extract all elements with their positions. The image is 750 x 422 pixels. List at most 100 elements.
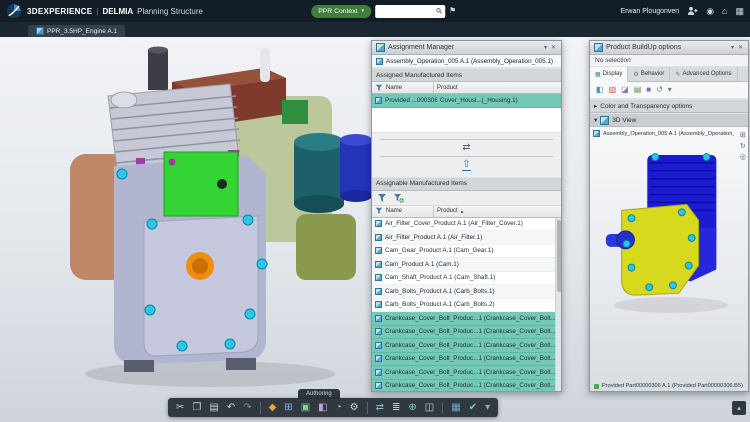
structure-list-icon[interactable]: ≣	[392, 403, 400, 413]
filter-funnel-icon[interactable]	[375, 84, 383, 92]
filter-add-funnel-icon[interactable]	[393, 193, 404, 203]
fit-view-icon[interactable]: ⊞	[740, 132, 746, 139]
side-panel-icon[interactable]: ◫	[425, 403, 434, 413]
assignable-item-row[interactable]: Crankcase_Cover_Bolt_Produc...1 (Crankca…	[372, 339, 561, 353]
validate-check-icon[interactable]: ✔	[469, 403, 477, 413]
time-chart-icon[interactable]: ◔	[336, 403, 342, 413]
home-icon[interactable]: ⌂	[722, 7, 727, 16]
assignable-item-row[interactable]: Carb_Bolts_Product A.1 (Carb_Bolts.2)	[372, 299, 561, 313]
scrollbar-thumb[interactable]	[557, 220, 561, 292]
assignable-item-row[interactable]: Crankcase_Cover_Bolt_Produc...1 (Crankca…	[372, 312, 561, 326]
assigned-item-row[interactable]: Provided ...000306.B5 Cover_Housi...(_Ho…	[372, 94, 561, 108]
table-grid-icon[interactable]: ▦	[451, 403, 460, 413]
assigned-name-column[interactable]: Name	[372, 82, 434, 93]
flag-icon[interactable]: ⚑	[449, 7, 456, 15]
work-instruction-icon[interactable]: ◧	[318, 403, 327, 413]
minimize-panel-icon[interactable]: ▾	[543, 45, 548, 51]
close-panel-icon[interactable]: ✕	[737, 45, 744, 51]
transparency-icon[interactable]: ◪	[621, 86, 629, 94]
filter-funnel-icon[interactable]	[377, 193, 387, 203]
assignable-item-row[interactable]: Crankcase_Cover_Bolt_Produc...1 (Crankca…	[372, 380, 561, 392]
panel-window-icons: ▾✕	[543, 45, 557, 51]
buildup-3d-view[interactable]: Assembly_Operation_005 A.1 (Assembly_Ope…	[590, 127, 748, 391]
assignable-item-row[interactable]: Crankcase_Cover_Bolt_Produc...1 (Crankca…	[372, 353, 561, 367]
divider	[380, 139, 554, 140]
add-item-icon[interactable]: ⊕	[408, 403, 416, 413]
close-panel-icon[interactable]: ✕	[550, 45, 557, 51]
apps-grid-icon[interactable]: ▦	[735, 7, 744, 16]
presence-icon[interactable]: ◉	[706, 7, 714, 16]
ppr-context-button[interactable]: PPR Context ▾	[311, 5, 371, 18]
reset-display-icon[interactable]: ↺	[656, 86, 663, 94]
assignable-item-row[interactable]: Cam_Shaft_Product A.1 (Cam_Shaft.1)	[372, 272, 561, 286]
color-swatch-icon[interactable]: ▨	[609, 86, 617, 94]
assignment-manager-title-bar[interactable]: Assignment Manager ▾✕	[372, 41, 561, 55]
assigned-product-column[interactable]: Product	[434, 85, 561, 91]
tab-behavior[interactable]: ⚙ Behavior	[628, 67, 670, 81]
product-cube-icon	[375, 315, 382, 322]
assign-item-icon[interactable]: ⇧	[462, 160, 470, 171]
operation-context-label: Assembly_Operation_005 A.1 (Assembly_Ope…	[386, 58, 553, 65]
buildup-title-bar[interactable]: Product BuildUp options ▾✕	[590, 41, 748, 55]
product-cube-icon	[375, 301, 382, 308]
tab-advanced-options[interactable]: ✎ Advanced Options	[670, 67, 737, 81]
assignable-name-column[interactable]: Name	[372, 206, 434, 217]
cut-icon[interactable]: ✂	[176, 403, 184, 413]
search-input[interactable]	[378, 7, 434, 16]
3ds-compass-logo	[6, 3, 22, 19]
minimize-panel-icon[interactable]: ▾	[730, 45, 735, 51]
assigned-item-product: Cover_Housi...(_Housing.1)	[440, 97, 518, 104]
assignable-item-row[interactable]: Carb_Bolts_Product A.1 (Carb_Bolts.1)	[372, 285, 561, 299]
global-search-box[interactable]	[375, 5, 445, 18]
redo-icon[interactable]: ↷	[243, 403, 251, 413]
copy-icon[interactable]: ❐	[192, 403, 201, 413]
paste-icon[interactable]: ▤	[209, 403, 218, 413]
expand-toolbar-icon[interactable]: ▴	[732, 401, 746, 415]
crankcase-3d-model[interactable]	[594, 149, 742, 317]
assignable-product-column[interactable]: Product ▲	[434, 208, 561, 214]
user-name[interactable]: Erwan Plougonven	[620, 8, 679, 15]
toolbar-icon	[260, 402, 261, 414]
more-tools-icon[interactable]: ▾	[485, 403, 490, 413]
create-scope-icon[interactable]: ▣	[301, 403, 310, 413]
assignable-item-row[interactable]: Cam_Gear_Product A.1 (Cam_Gear.1)	[372, 245, 561, 259]
search-icon[interactable]	[436, 7, 442, 15]
tab-label: Advanced Options	[682, 71, 731, 77]
view-status-label: Provided Part00000306 A.1 (Provided Part…	[602, 383, 743, 389]
tab-display[interactable]: ▦ Display	[590, 67, 628, 82]
toolbar-icon	[442, 402, 443, 414]
assignable-item-label: Air_Filter_Product A.1 (Air_Filter.1)	[385, 234, 482, 241]
settings-gear-icon[interactable]: ⚙	[350, 403, 359, 413]
view3d-section-header[interactable]: ▾ 3D View	[590, 113, 748, 127]
assignable-item-row[interactable]: Crankcase_Cover_Bolt_Produc...1 (Crankca…	[372, 326, 561, 340]
assignable-items-list[interactable]: Air_Filter_Cover_Product A.1 (Air_Filter…	[372, 218, 561, 392]
swap-assignment-icon[interactable]: ⇄	[462, 143, 470, 153]
filter-funnel-icon[interactable]	[375, 207, 383, 215]
assignment-arrows-icon[interactable]: ⇄	[376, 403, 384, 413]
ppr-context-label: PPR Context	[318, 8, 357, 15]
edges-icon[interactable]: ▤	[634, 86, 642, 94]
tab-ppr-engine[interactable]: PPR_3.5HP_Engine A.1	[28, 25, 125, 37]
view3d-label: 3D View	[612, 117, 636, 124]
engine-3d-model[interactable]	[50, 42, 380, 402]
header-icons: ◉ ⌂ ▦	[706, 7, 744, 16]
more-display-options-icon[interactable]: ▾	[668, 86, 672, 94]
insert-existing-icon[interactable]: ⊞	[284, 403, 292, 413]
chevron-right-icon: ▸	[594, 102, 597, 110]
add-contact-icon[interactable]	[687, 6, 698, 16]
product-cube-icon	[375, 274, 382, 281]
column-label: Product	[437, 85, 458, 91]
assigned-item-name: Provided ...000306.B5	[385, 97, 437, 104]
create-product-icon[interactable]: ◆	[269, 403, 277, 413]
assignable-item-row[interactable]: Cam_Product A.1 (Cam.1)	[372, 258, 561, 272]
assignable-item-row[interactable]: Air_Filter_Cover_Product A.1 (Air_Filter…	[372, 218, 561, 232]
product-cube-icon	[375, 234, 382, 241]
color-transparency-section[interactable]: ▸ Color and Transparency options	[590, 99, 748, 113]
undo-icon[interactable]: ↶	[227, 403, 235, 413]
assignable-item-row[interactable]: Crankcase_Cover_Bolt_Produc...1 (Crankca…	[372, 366, 561, 380]
render-style-icon[interactable]: ◧	[596, 86, 604, 94]
vertical-scrollbar[interactable]	[555, 218, 561, 392]
assignable-item-row[interactable]: Air_Filter_Product A.1 (Air_Filter.1)	[372, 231, 561, 245]
view-status-row: Provided Part00000306 A.1 (Provided Part…	[594, 383, 744, 389]
materials-icon[interactable]: ■	[646, 86, 651, 94]
